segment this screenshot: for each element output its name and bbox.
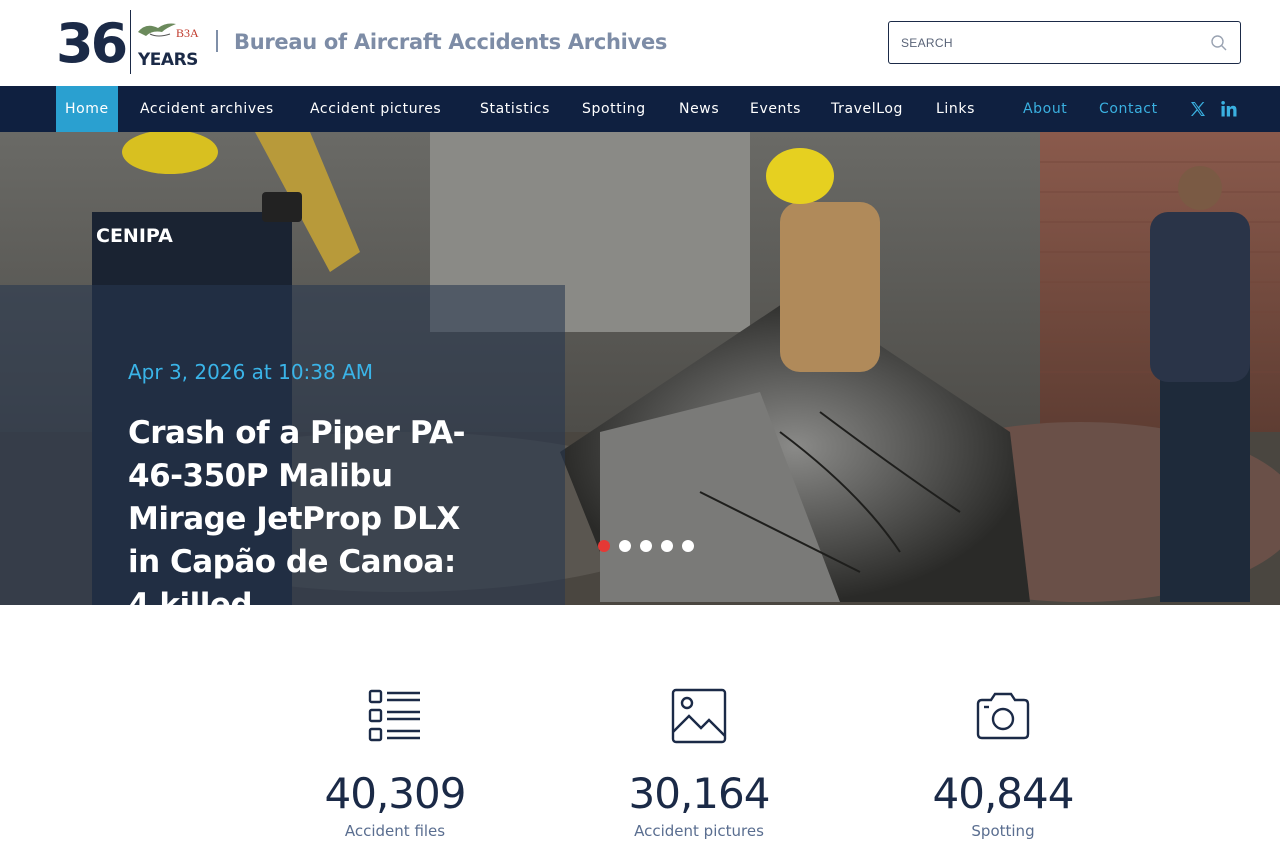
nav-item-accident-archives[interactable]: Accident archives — [131, 86, 283, 132]
picture-icon — [671, 688, 727, 744]
logo-years: YEARS — [138, 50, 198, 70]
camera-icon — [976, 692, 1030, 740]
linkedin-icon[interactable] — [1220, 100, 1238, 118]
slider-dot-1[interactable] — [598, 540, 610, 552]
slider-dot-2[interactable] — [619, 540, 631, 552]
slider-dot-3[interactable] — [640, 540, 652, 552]
search-input[interactable] — [901, 32, 1201, 54]
slider-dot-4[interactable] — [661, 540, 673, 552]
search-icon[interactable] — [1210, 34, 1228, 52]
nav-item-news[interactable]: News — [670, 86, 728, 132]
logo-bird-icon — [138, 23, 176, 37]
hero-headline[interactable]: Crash of a Piper PA-46-350P Malibu Mirag… — [128, 412, 468, 605]
logo-divider — [130, 10, 131, 74]
nav-item-about[interactable]: About — [1014, 86, 1076, 132]
hero-slider[interactable]: CENIPA Apr 3, 2026 at 10:38 AM Crash of … — [0, 132, 1280, 605]
nav-item-contact[interactable]: Contact — [1090, 86, 1167, 132]
nav-item-statistics[interactable]: Statistics — [471, 86, 559, 132]
nav-item-spotting[interactable]: Spotting — [573, 86, 655, 132]
main-nav: Home Accident archives Accident pictures… — [0, 86, 1280, 132]
nav-item-links[interactable]: Links — [927, 86, 984, 132]
stat-accident-pictures[interactable]: 30,164 Accident pictures — [599, 688, 799, 840]
site-title[interactable]: Bureau of Aircraft Accidents Archives — [234, 30, 667, 54]
stat-value: 40,309 — [324, 769, 467, 818]
hero-date: Apr 3, 2026 at 10:38 AM — [128, 360, 374, 384]
stat-value: 40,844 — [932, 769, 1075, 818]
nav-item-home[interactable]: Home — [56, 86, 118, 132]
cenipa-badge-text: CENIPA — [96, 225, 173, 247]
site-logo[interactable]: 36 B3A YEARS — [56, 10, 206, 76]
stat-label: Spotting — [971, 822, 1035, 840]
stat-spotting[interactable]: 40,844 Spotting — [903, 688, 1103, 840]
x-twitter-icon[interactable] — [1189, 100, 1207, 118]
nav-item-events[interactable]: Events — [741, 86, 810, 132]
title-separator — [216, 30, 218, 52]
stat-value: 30,164 — [628, 769, 771, 818]
list-icon — [368, 689, 420, 742]
site-header: 36 B3A YEARS Bureau of Aircraft Accident… — [0, 0, 1280, 86]
logo-number: 36 — [56, 12, 128, 75]
slider-dot-5[interactable] — [682, 540, 694, 552]
nav-item-travellog[interactable]: TravelLog — [822, 86, 912, 132]
stat-label: Accident files — [344, 822, 446, 840]
stat-accident-files[interactable]: 40,309 Accident files — [295, 688, 495, 840]
stat-label: Accident pictures — [634, 822, 764, 840]
search-box — [888, 21, 1241, 64]
logo-b3a-mark: B3A — [176, 26, 199, 40]
nav-item-accident-pictures[interactable]: Accident pictures — [301, 86, 450, 132]
